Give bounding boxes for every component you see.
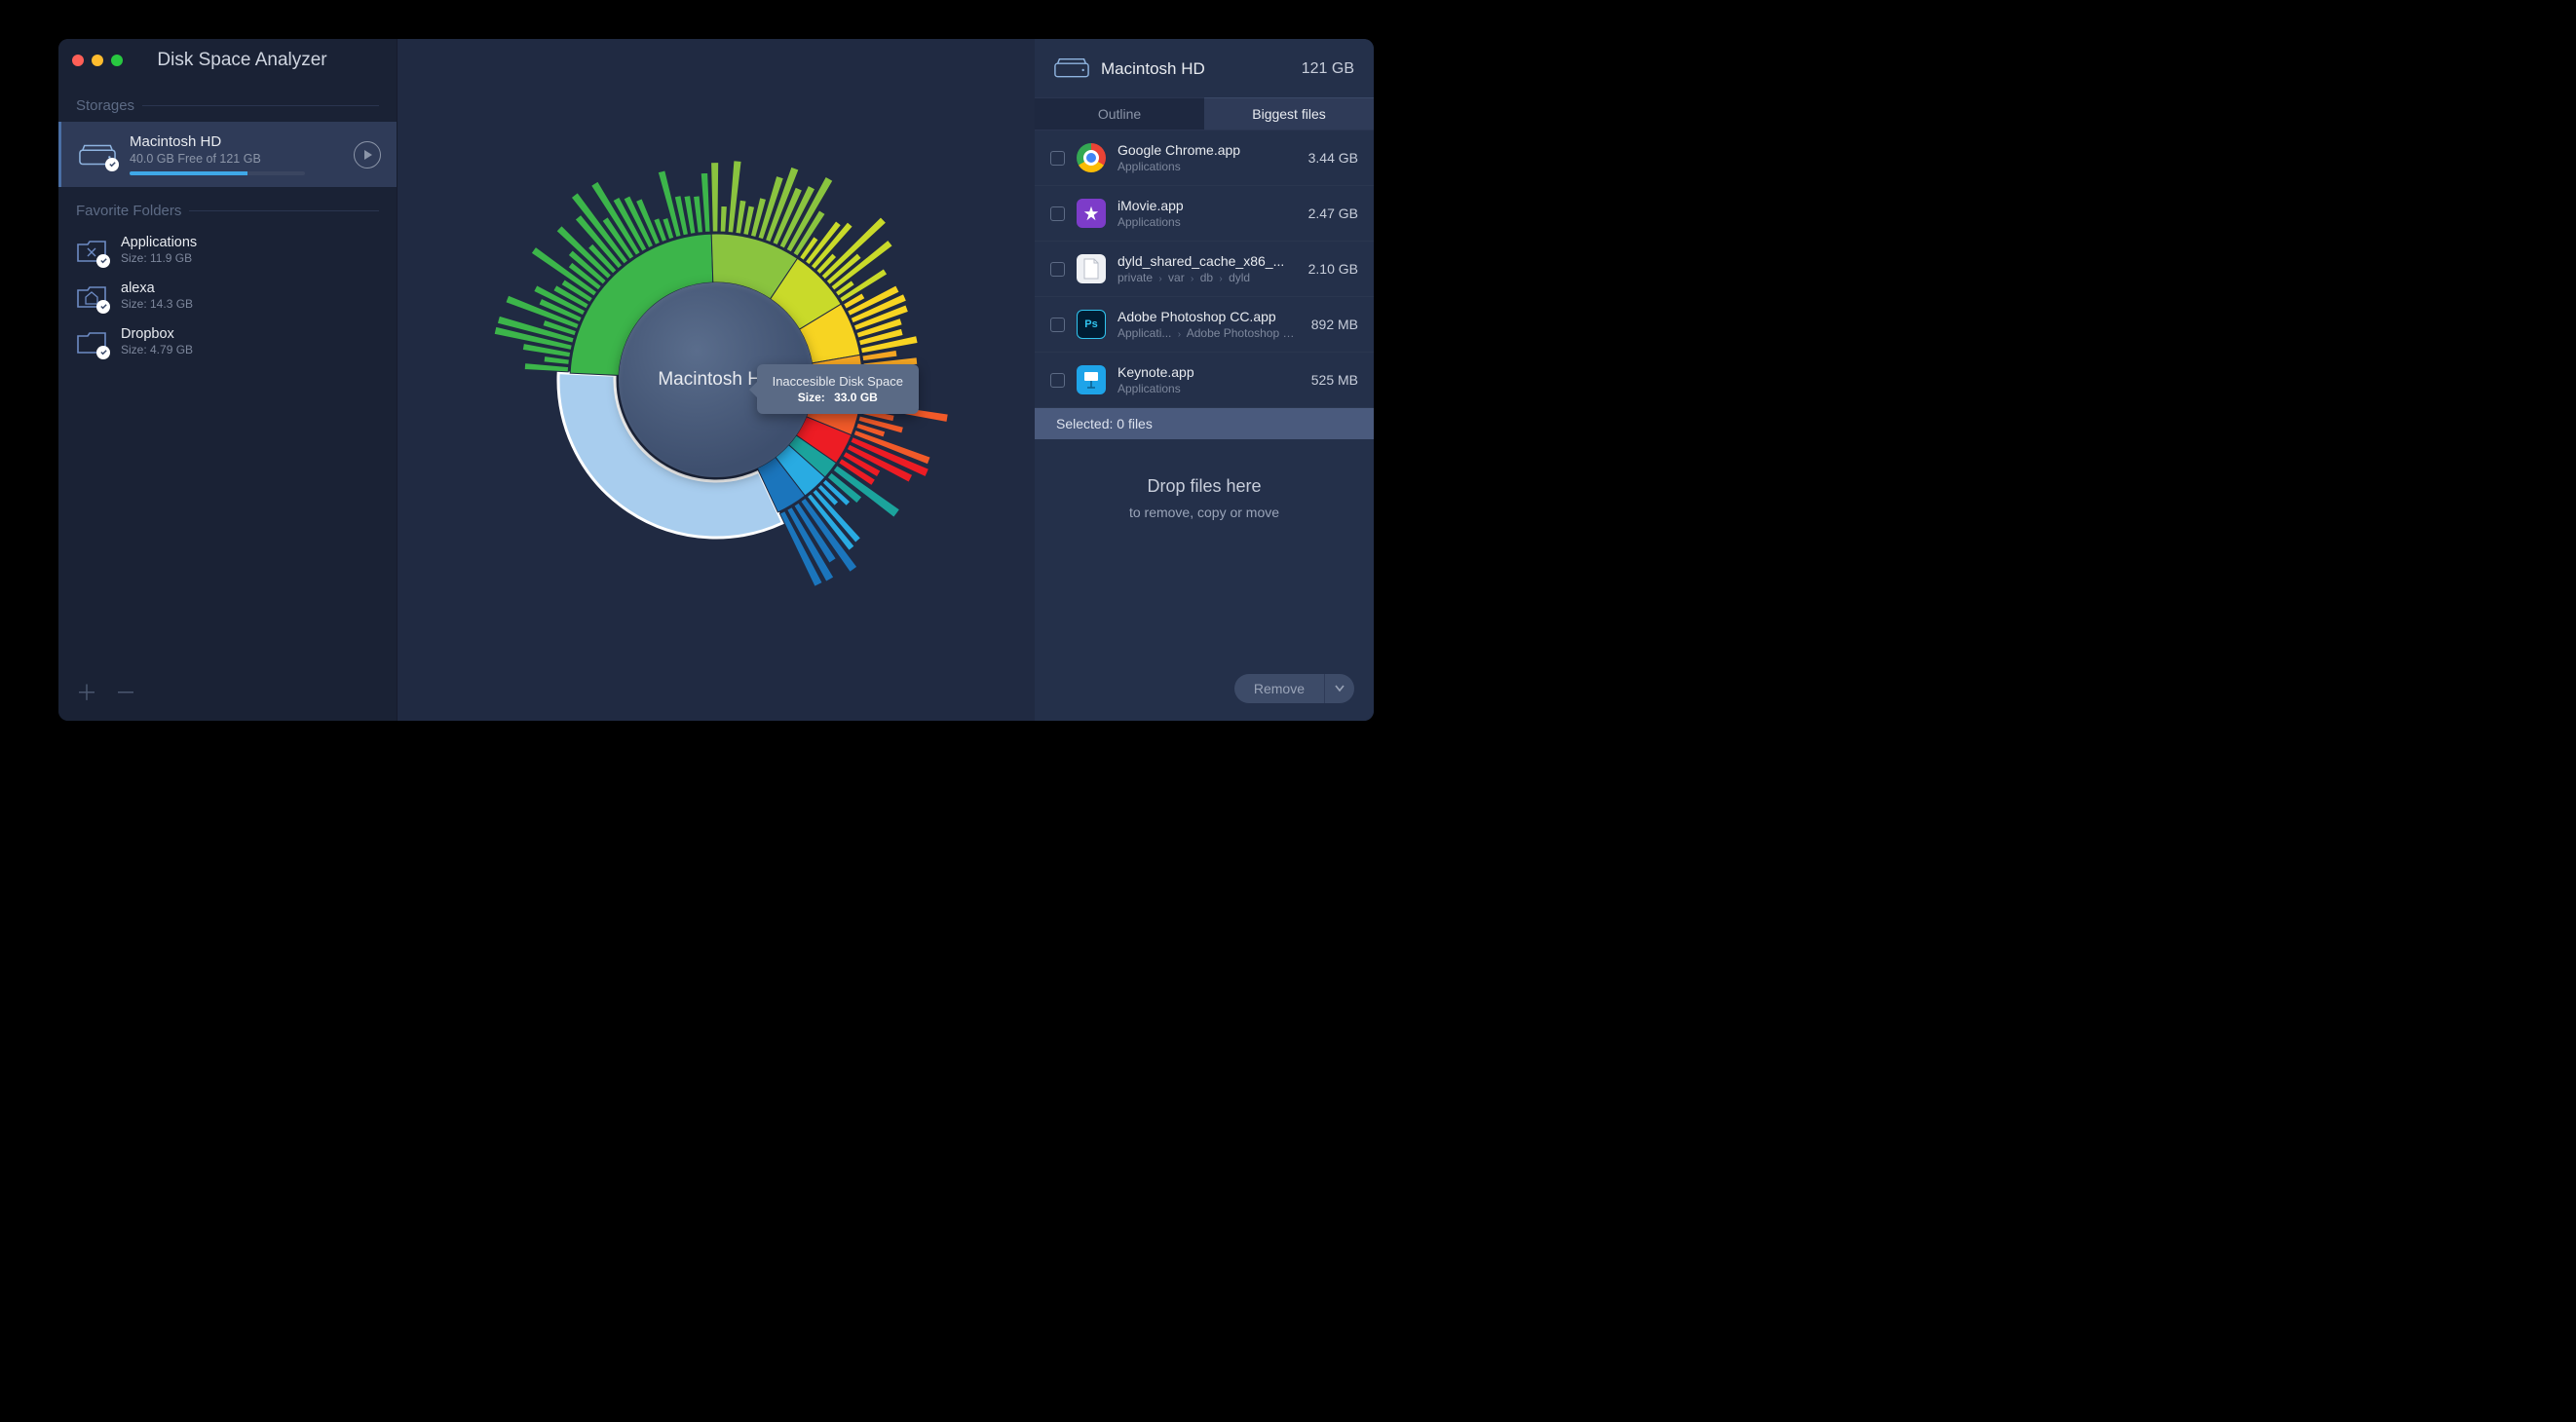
- remove-button[interactable]: Remove: [1234, 674, 1354, 703]
- folder-item[interactable]: DropboxSize: 4.79 GB: [58, 318, 397, 364]
- file-name: iMovie.app: [1118, 198, 1297, 213]
- file-name: Adobe Photoshop CC.app: [1118, 309, 1300, 324]
- sidebar: Disk Space Analyzer Storages Macintosh H…: [58, 39, 398, 721]
- file-size: 2.47 GB: [1308, 206, 1358, 221]
- file-path: private › var › db › dyld: [1118, 271, 1297, 284]
- right-disk-name: Macintosh HD: [1101, 59, 1290, 79]
- folder-size: Size: 11.9 GB: [121, 251, 197, 265]
- checkbox[interactable]: [1050, 151, 1065, 166]
- file-name: Keynote.app: [1118, 364, 1300, 380]
- file-list: Google Chrome.app Applications 3.44 GB iMov…: [1035, 131, 1374, 408]
- file-path: Applications: [1118, 215, 1297, 229]
- right-footer: Remove: [1035, 660, 1374, 721]
- folder-icon: [76, 282, 107, 310]
- chart-area: Macintosh HD Inaccesible Disk Space Size…: [398, 39, 1035, 721]
- selected-bar: Selected: 0 files: [1035, 408, 1374, 439]
- storages-label: Storages: [58, 82, 397, 122]
- folder-size: Size: 14.3 GB: [121, 297, 193, 311]
- chevron-down-icon[interactable]: [1324, 674, 1354, 703]
- storage-item-macintosh-hd[interactable]: Macintosh HD 40.0 GB Free of 121 GB: [58, 122, 397, 187]
- file-path: Applicati... › Adobe Photoshop CC: [1118, 326, 1300, 340]
- disk-icon: [79, 142, 116, 168]
- folder-icon: [76, 237, 107, 264]
- right-panel: Macintosh HD 121 GB Outline Biggest file…: [1035, 39, 1374, 721]
- sunburst-chart[interactable]: Macintosh HD Inaccesible Disk Space Size…: [463, 127, 969, 633]
- folder-size: Size: 4.79 GB: [121, 343, 193, 356]
- file-name: dyld_shared_cache_x86_...: [1118, 253, 1297, 269]
- checkbox[interactable]: [1050, 373, 1065, 388]
- folder-name: alexa: [121, 281, 193, 296]
- check-badge-icon: [96, 254, 110, 268]
- close-icon[interactable]: [72, 55, 84, 66]
- file-path: Applications: [1118, 382, 1300, 395]
- file-row[interactable]: iMovie.app Applications 2.47 GB: [1035, 186, 1374, 242]
- file-size: 2.10 GB: [1308, 261, 1358, 277]
- checkbox[interactable]: [1050, 262, 1065, 277]
- disk-icon: [1054, 56, 1089, 82]
- app-window: Disk Space Analyzer Storages Macintosh H…: [58, 39, 1374, 721]
- folder-icon: [76, 328, 107, 356]
- file-row[interactable]: dyld_shared_cache_x86_...private › var ›…: [1035, 242, 1374, 297]
- storage-sub: 40.0 GB Free of 121 GB: [130, 152, 340, 166]
- check-badge-icon: [96, 300, 110, 314]
- drop-area[interactable]: Drop files here to remove, copy or move: [1035, 439, 1374, 660]
- file-name: Google Chrome.app: [1118, 142, 1297, 158]
- file-row[interactable]: Google Chrome.app Applications 3.44 GB: [1035, 131, 1374, 186]
- folder-item[interactable]: alexaSize: 14.3 GB: [58, 273, 397, 318]
- remove-button[interactable]: －: [115, 676, 136, 707]
- app-title: Disk Space Analyzer: [101, 50, 383, 71]
- right-header: Macintosh HD 121 GB: [1035, 39, 1374, 97]
- tab-outline[interactable]: Outline: [1035, 97, 1204, 131]
- favorites-label: Favorite Folders: [58, 187, 397, 227]
- titlebar: Disk Space Analyzer: [58, 39, 397, 82]
- file-row[interactable]: PsAdobe Photoshop CC.appApplicati... › A…: [1035, 297, 1374, 353]
- checkbox[interactable]: [1050, 318, 1065, 332]
- storage-name: Macintosh HD: [130, 133, 340, 150]
- folder-name: Applications: [121, 235, 197, 250]
- check-badge-icon: [105, 158, 119, 171]
- scan-button[interactable]: [354, 141, 381, 168]
- check-badge-icon: [96, 346, 110, 359]
- add-button[interactable]: ＋: [76, 676, 97, 707]
- file-size: 3.44 GB: [1308, 150, 1358, 166]
- right-disk-size: 121 GB: [1302, 60, 1354, 78]
- file-size: 892 MB: [1311, 317, 1358, 332]
- file-row[interactable]: Keynote.app Applications 525 MB: [1035, 353, 1374, 408]
- file-size: 525 MB: [1311, 372, 1358, 388]
- checkbox[interactable]: [1050, 206, 1065, 221]
- chart-tooltip: Inaccesible Disk Space Size: 33.0 GB: [757, 364, 919, 414]
- storage-progress: [130, 171, 305, 175]
- folder-item[interactable]: ApplicationsSize: 11.9 GB: [58, 227, 397, 273]
- folder-name: Dropbox: [121, 326, 193, 342]
- tabs: Outline Biggest files: [1035, 97, 1374, 131]
- sidebar-footer: ＋ －: [58, 662, 397, 721]
- file-path: Applications: [1118, 160, 1297, 173]
- tab-biggest-files[interactable]: Biggest files: [1204, 97, 1374, 131]
